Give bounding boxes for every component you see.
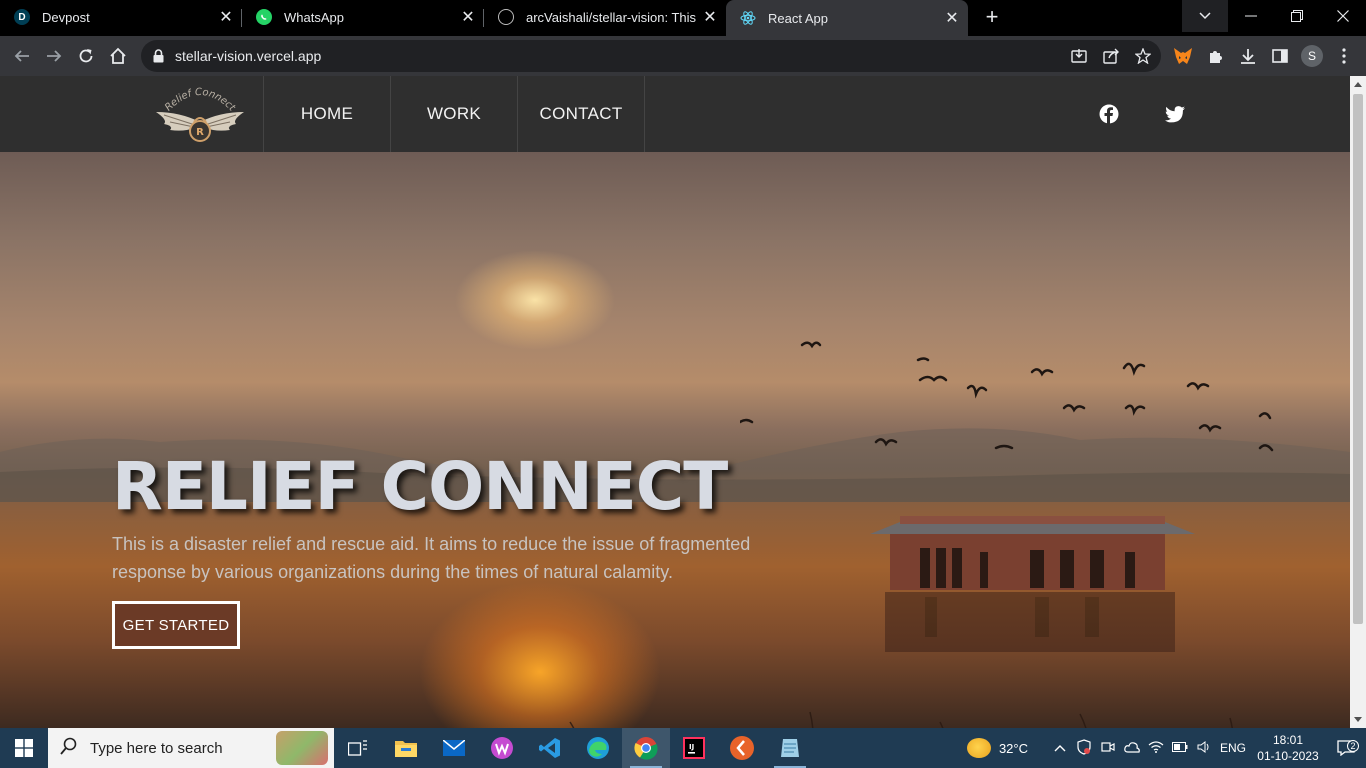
hero-section: RELIEF CONNECT This is a disaster relief… (0, 152, 1350, 728)
site-logo[interactable]: Relief Connect R (150, 82, 250, 148)
tab-title: Devpost (42, 9, 90, 25)
search-icon (60, 737, 78, 760)
nav-home-link[interactable]: HOME (264, 76, 391, 152)
restore-button[interactable] (1274, 0, 1320, 32)
install-app-icon[interactable] (1067, 44, 1091, 68)
vscode-icon[interactable] (526, 728, 574, 768)
site-nav-links: HOME WORK CONTACT (263, 76, 645, 152)
logo-letter: R (196, 127, 204, 138)
url-text: stellar-vision.vercel.app (175, 48, 322, 64)
window-controls (1182, 0, 1366, 36)
clock-date: 01-10-2023 (1257, 749, 1319, 763)
speaker-icon[interactable] (1192, 740, 1216, 756)
tab-title: WhatsApp (284, 9, 344, 25)
intellij-icon[interactable]: IJ (670, 728, 718, 768)
clock-time: 18:01 (1272, 733, 1304, 747)
downloads-icon[interactable] (1234, 42, 1262, 70)
browser-tab-strip: D Devpost ✕ WhatsApp ✕ arcVaishali/stell… (0, 0, 1366, 36)
windows-taskbar: Type here to search IJ 32°C ENG 18:01 01… (0, 728, 1366, 768)
hero-description: This is a disaster relief and rescue aid… (112, 534, 751, 582)
facebook-icon[interactable] (1097, 102, 1121, 126)
nav-contact-link[interactable]: CONTACT (518, 76, 645, 152)
reload-icon[interactable] (70, 40, 102, 72)
palace-reflection (885, 592, 1175, 652)
page-viewport: Relief Connect R HOME WORK CONTACT RELIE… (0, 76, 1350, 728)
minimize-button[interactable] (1228, 0, 1274, 32)
edge-icon[interactable] (574, 728, 622, 768)
search-highlight-image (276, 731, 328, 765)
share-icon[interactable] (1099, 44, 1123, 68)
tab-github[interactable]: arcVaishali/stellar-vision: This is a ✕ (484, 0, 726, 34)
avatar: S (1301, 45, 1323, 67)
taskbar-search-input[interactable]: Type here to search (48, 728, 334, 768)
battery-icon[interactable] (1168, 741, 1192, 755)
lock-icon[interactable] (153, 49, 167, 63)
whatsapp-favicon (256, 9, 272, 25)
more-menu-icon[interactable] (1330, 42, 1358, 70)
system-tray: 32°C ENG 18:01 01-10-2023 2 (966, 728, 1366, 768)
tab-devpost[interactable]: D Devpost ✕ (0, 0, 242, 34)
language-indicator[interactable]: ENG (1216, 741, 1250, 755)
weather-widget[interactable]: 32°C (966, 738, 1028, 758)
nav-work-link[interactable]: WORK (391, 76, 518, 152)
birds-flock (740, 341, 1274, 452)
meet-now-icon[interactable] (1096, 740, 1120, 757)
chrome-icon[interactable] (622, 728, 670, 768)
metamask-icon[interactable] (1169, 42, 1197, 70)
clock[interactable]: 18:01 01-10-2023 (1250, 732, 1326, 764)
get-started-button[interactable]: GET STARTED (112, 601, 240, 649)
github-favicon (498, 9, 514, 25)
close-icon[interactable]: ✕ (458, 7, 478, 27)
scrollbar-thumb[interactable] (1353, 94, 1363, 624)
tab-whatsapp[interactable]: WhatsApp ✕ (242, 0, 484, 34)
close-icon[interactable]: ✕ (216, 7, 236, 27)
water-palace-image (870, 516, 1195, 590)
page-scrollbar[interactable] (1350, 76, 1366, 728)
tab-search-dropdown-icon[interactable] (1182, 0, 1228, 32)
address-bar[interactable]: stellar-vision.vercel.app (141, 40, 1161, 72)
file-explorer-icon[interactable] (382, 728, 430, 768)
browser-toolbar: stellar-vision.vercel.app S (0, 36, 1366, 76)
tab-title: arcVaishali/stellar-vision: This is a (526, 9, 700, 25)
windows-start-icon[interactable] (0, 728, 48, 768)
temperature-text: 32°C (998, 740, 1028, 756)
security-shield-icon[interactable] (1072, 738, 1096, 758)
svg-text:IJ: IJ (689, 743, 694, 751)
tab-react-app[interactable]: React App ✕ (726, 0, 968, 36)
search-placeholder: Type here to search (90, 739, 223, 757)
logo-text: Relief Connect (163, 87, 238, 114)
weather-sun-icon (966, 738, 991, 758)
bookmark-star-icon[interactable] (1131, 44, 1155, 68)
mail-icon[interactable] (430, 728, 478, 768)
notepad-icon[interactable] (766, 728, 814, 768)
back-arrow-icon[interactable] (6, 40, 38, 72)
wps-office-icon[interactable] (478, 728, 526, 768)
react-favicon (740, 10, 756, 26)
close-icon[interactable]: ✕ (700, 7, 720, 27)
extensions-puzzle-icon[interactable] (1202, 42, 1230, 70)
profile-avatar[interactable]: S (1298, 42, 1326, 70)
twitter-icon[interactable] (1163, 102, 1187, 126)
chevron-up-icon[interactable] (1048, 741, 1072, 755)
scroll-down-icon[interactable] (1354, 717, 1362, 722)
notification-badge: 2 (1347, 740, 1359, 752)
reeds-foreground (569, 711, 1233, 728)
side-panel-icon[interactable] (1266, 42, 1294, 70)
cloud-icon[interactable] (1120, 741, 1144, 756)
task-view-icon[interactable] (334, 728, 382, 768)
svg-text:Relief Connect: Relief Connect (163, 87, 238, 114)
new-tab-button[interactable]: + (974, 0, 1010, 34)
hero-title: RELIEF CONNECT (112, 448, 728, 525)
wifi-icon[interactable] (1144, 740, 1168, 756)
home-icon[interactable] (102, 40, 134, 72)
site-navbar: Relief Connect R HOME WORK CONTACT (0, 76, 1350, 152)
forward-arrow-icon[interactable] (38, 40, 70, 72)
tab-title: React App (768, 10, 828, 26)
close-window-button[interactable] (1320, 0, 1366, 32)
scroll-up-icon[interactable] (1354, 82, 1362, 87)
orange-app-icon[interactable] (718, 728, 766, 768)
notification-center-icon[interactable]: 2 (1326, 740, 1366, 756)
close-icon[interactable]: ✕ (942, 8, 962, 28)
devpost-favicon: D (14, 9, 30, 25)
